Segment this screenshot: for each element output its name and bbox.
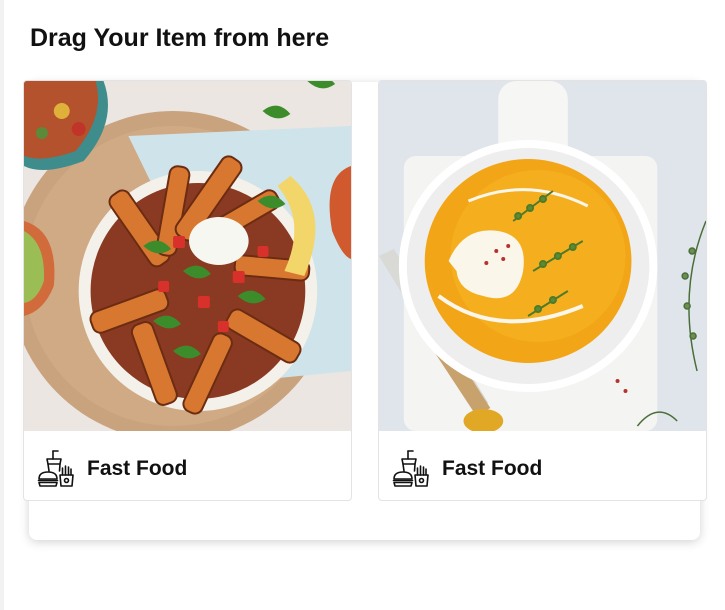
fast-food-icon (391, 449, 431, 489)
page-title: Drag Your Item from here (30, 24, 330, 52)
food-photo-sweet-potato-bowl (24, 81, 351, 431)
card-footer: Fast Food (24, 431, 351, 500)
food-photo-pumpkin-soup (379, 81, 706, 431)
card-title: Fast Food (87, 457, 188, 480)
draggable-food-card[interactable]: Fast Food (378, 80, 707, 501)
card-footer: Fast Food (379, 431, 706, 500)
draggable-food-card[interactable]: Fast Food (23, 80, 352, 501)
left-edge-strip (0, 0, 4, 610)
page: Drag Your Item from here Fast Food Fast … (0, 0, 725, 610)
fast-food-icon (36, 449, 76, 489)
card-title: Fast Food (442, 457, 543, 480)
